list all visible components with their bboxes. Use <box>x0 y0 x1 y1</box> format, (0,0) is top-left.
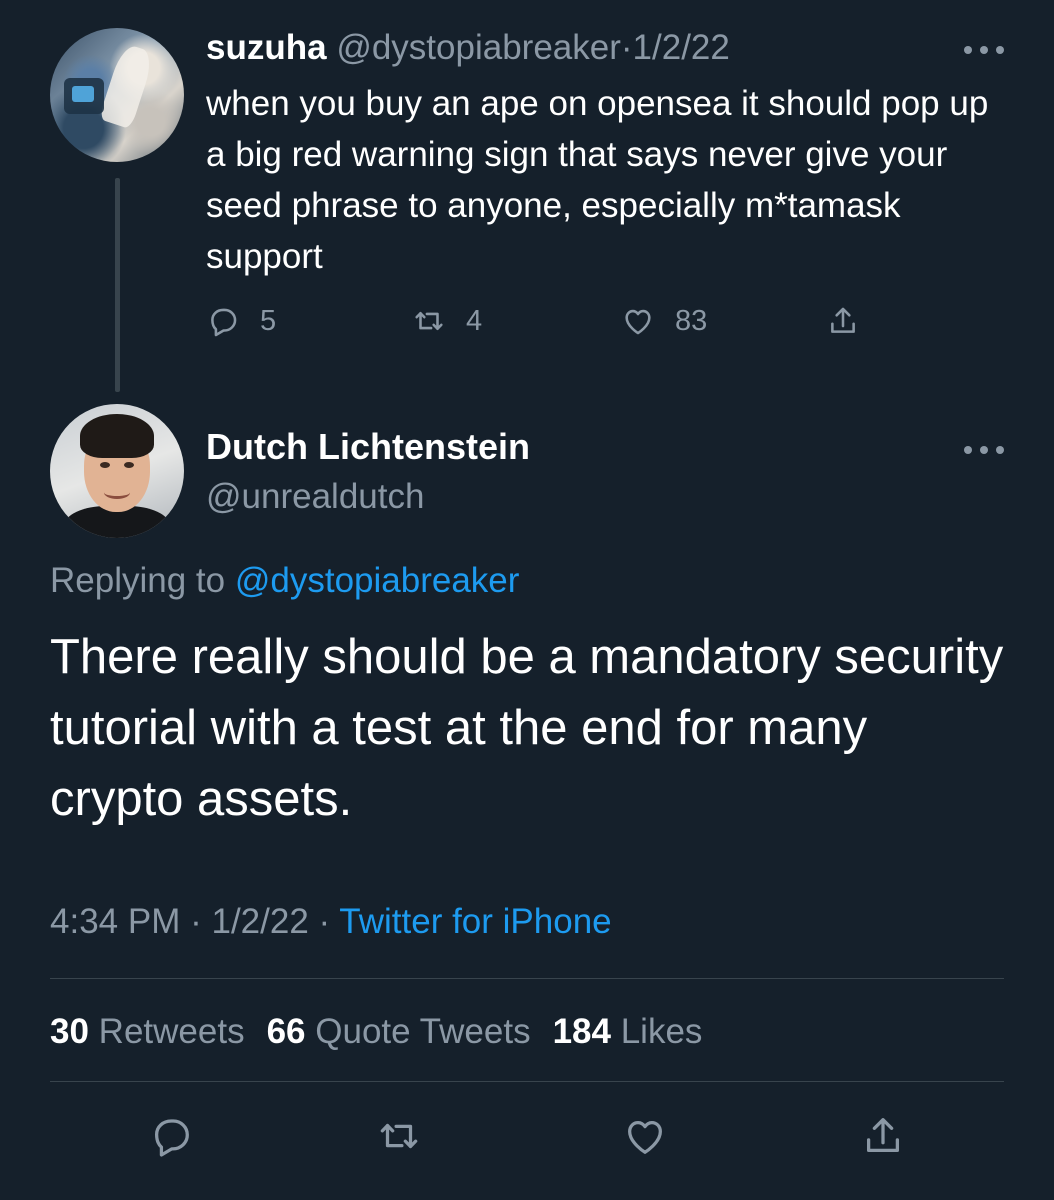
parent-separator: · <box>620 28 633 67</box>
main-tweet-text: There really should be a mandatory secur… <box>50 630 1004 826</box>
main-reply-button[interactable] <box>147 1112 195 1160</box>
avatar-dutch[interactable] <box>50 404 184 538</box>
replying-handle-link[interactable]: @dystopiabreaker <box>235 561 520 600</box>
avatar-art-hair <box>80 414 154 458</box>
tweet-date[interactable]: 1/2/22 <box>211 902 308 941</box>
like-icon <box>628 1120 662 1154</box>
parent-like-button[interactable]: 83 <box>621 300 707 342</box>
reply-icon <box>211 308 237 337</box>
avatar-art-eye <box>100 462 110 468</box>
main-like-button[interactable] <box>621 1112 669 1160</box>
avatar-art-eye <box>124 462 134 468</box>
parent-author-name[interactable]: suzuha <box>206 28 327 67</box>
more-icon[interactable] <box>964 440 1004 460</box>
avatar-art-figure <box>98 42 156 130</box>
reply-icon <box>154 1119 189 1157</box>
divider <box>50 1081 1004 1082</box>
share-icon <box>866 1118 900 1153</box>
retweet-icon <box>415 311 443 331</box>
quotes-stat[interactable]: 66 Quote Tweets <box>267 1012 531 1051</box>
main-retweet-button[interactable] <box>375 1112 423 1160</box>
tweet-stats: 30 Retweets 66 Quote Tweets 184 Likes <box>50 1008 702 1056</box>
retweets-count: 30 <box>50 1012 89 1051</box>
parent-tweet-header: suzuha @dystopiabreaker·1/2/22 <box>206 26 730 70</box>
retweets-stat[interactable]: 30 Retweets <box>50 1012 245 1051</box>
tweet-meta: 4:34 PM · 1/2/22 · Twitter for iPhone <box>50 898 612 946</box>
likes-stat[interactable]: 184 Likes <box>553 1012 703 1051</box>
parent-reply-count: 5 <box>260 304 277 337</box>
share-icon <box>831 307 855 333</box>
main-share-button[interactable] <box>859 1112 907 1160</box>
meta-separator: · <box>318 902 331 941</box>
more-icon[interactable] <box>964 40 1004 60</box>
parent-retweet-count: 4 <box>466 304 483 337</box>
tweet-time[interactable]: 4:34 PM <box>50 902 180 941</box>
tweet-source-link[interactable]: Twitter for iPhone <box>339 902 611 941</box>
parent-tweet-text: when you buy an ape on opensea it should… <box>206 84 989 276</box>
avatar-art-screen-glow <box>72 86 94 102</box>
parent-share-button[interactable] <box>826 300 860 342</box>
avatar-art-smile <box>104 486 130 499</box>
main-author-handle[interactable]: @unrealdutch <box>206 474 424 520</box>
avatar-suzuha[interactable] <box>50 28 184 162</box>
likes-count: 184 <box>552 1012 611 1051</box>
meta-separator: · <box>190 902 202 941</box>
quotes-label: Quote Tweets <box>315 1012 531 1051</box>
replying-to: Replying to @dystopiabreaker <box>50 558 519 604</box>
parent-date[interactable]: 1/2/22 <box>633 28 730 67</box>
likes-label: Likes <box>620 1012 703 1051</box>
parent-retweet-button[interactable]: 4 <box>412 300 482 342</box>
retweet-icon <box>380 1123 418 1149</box>
parent-like-count: 83 <box>675 304 708 337</box>
retweets-label: Retweets <box>98 1012 245 1051</box>
like-icon <box>625 309 651 335</box>
divider <box>50 978 1004 979</box>
replying-prefix: Replying to <box>50 561 226 600</box>
parent-author-handle[interactable]: @dystopiabreaker <box>336 28 621 67</box>
quotes-count: 66 <box>266 1012 306 1051</box>
parent-reply-button[interactable]: 5 <box>206 300 276 342</box>
main-author-name[interactable]: Dutch Lichtenstein <box>206 424 530 470</box>
thread-line <box>115 178 120 392</box>
